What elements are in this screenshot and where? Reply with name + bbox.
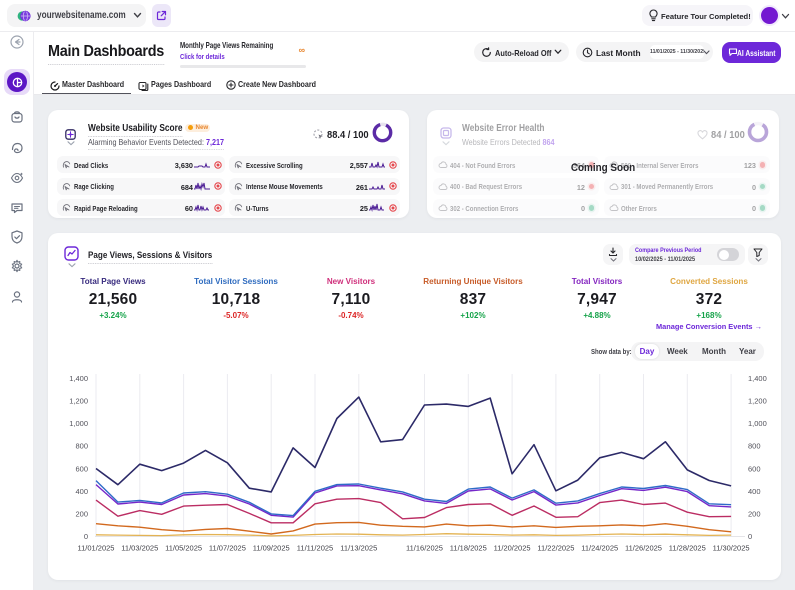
svg-text:1,200: 1,200 (748, 397, 767, 406)
svg-text:200: 200 (75, 509, 88, 518)
svg-text:400: 400 (75, 487, 88, 496)
svg-text:11/26/2025: 11/26/2025 (625, 544, 662, 553)
svg-text:11/03/2025: 11/03/2025 (121, 544, 158, 553)
svg-text:11/24/2025: 11/24/2025 (581, 544, 618, 553)
svg-text:11/05/2025: 11/05/2025 (165, 544, 202, 553)
svg-text:11/11/2025: 11/11/2025 (297, 544, 333, 553)
svg-text:800: 800 (75, 442, 88, 451)
svg-text:11/13/2025: 11/13/2025 (340, 544, 377, 553)
svg-text:11/30/2025: 11/30/2025 (713, 544, 750, 553)
svg-text:1,200: 1,200 (69, 397, 88, 406)
svg-text:400: 400 (748, 487, 761, 496)
svg-text:1,400: 1,400 (69, 374, 88, 383)
svg-text:0: 0 (84, 532, 88, 541)
svg-text:11/16/2025: 11/16/2025 (406, 544, 443, 553)
svg-text:11/18/2025: 11/18/2025 (450, 544, 487, 553)
svg-text:600: 600 (748, 464, 761, 473)
svg-text:200: 200 (748, 509, 761, 518)
svg-text:0: 0 (748, 532, 752, 541)
svg-text:1,000: 1,000 (748, 419, 767, 428)
svg-text:11/28/2025: 11/28/2025 (669, 544, 706, 553)
svg-text:600: 600 (75, 464, 88, 473)
svg-text:11/01/2025: 11/01/2025 (78, 544, 115, 553)
svg-text:1,400: 1,400 (748, 374, 767, 383)
svg-text:11/09/2025: 11/09/2025 (253, 544, 290, 553)
svg-text:11/22/2025: 11/22/2025 (537, 544, 574, 553)
svg-text:11/07/2025: 11/07/2025 (209, 544, 246, 553)
svg-text:11/20/2025: 11/20/2025 (494, 544, 531, 553)
svg-text:1,000: 1,000 (69, 419, 88, 428)
svg-text:800: 800 (748, 442, 761, 451)
